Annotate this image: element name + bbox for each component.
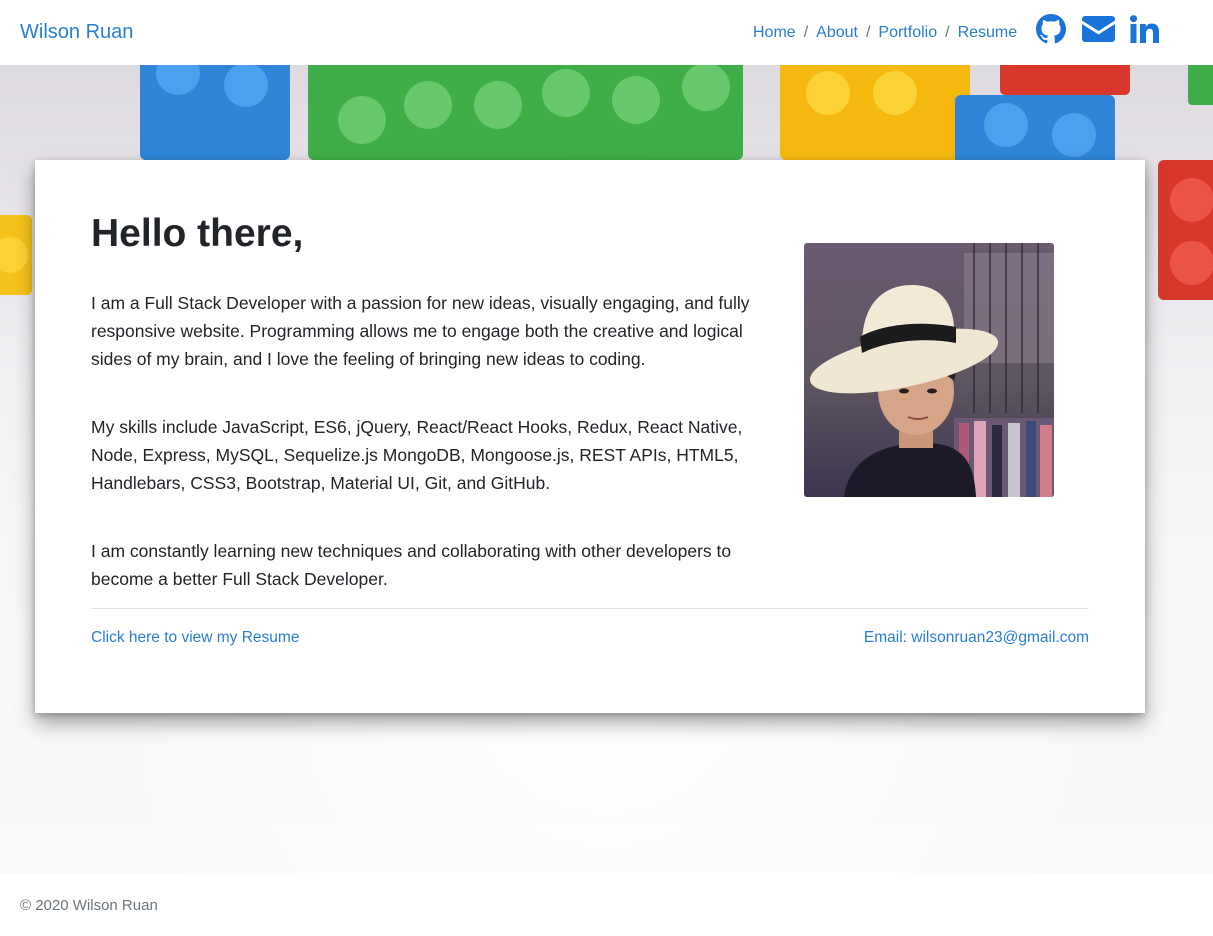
nav-links: Home / About / Portfolio / Resume: [753, 24, 1017, 42]
social-icons: [1036, 14, 1159, 44]
brand-link[interactable]: Wilson Ruan: [20, 21, 133, 44]
nav-link-about[interactable]: About: [816, 24, 858, 42]
about-paragraph-1: I am a Full Stack Developer with a passi…: [91, 293, 750, 369]
greeting-heading: Hello there,: [91, 212, 304, 255]
about-paragraph-2: My skills include JavaScript, ES6, jQuer…: [91, 417, 743, 493]
email-link[interactable]: Email: wilsonruan23@gmail.com: [864, 629, 1089, 647]
about-card: Hello there, I am a Full Stack Developer…: [35, 160, 1145, 713]
card-divider: [91, 608, 1089, 609]
navbar: Wilson Ruan Home / About / Portfolio / R…: [0, 0, 1213, 65]
github-icon[interactable]: [1036, 14, 1066, 44]
nav-separator: /: [945, 24, 950, 41]
about-paragraph-3: I am constantly learning new techniques …: [91, 541, 732, 589]
nav-link-portfolio[interactable]: Portfolio: [878, 24, 937, 42]
nav-link-home[interactable]: Home: [753, 24, 796, 42]
view-resume-link[interactable]: Click here to view my Resume: [91, 629, 299, 647]
linkedin-icon[interactable]: [1130, 15, 1159, 43]
nav-link-resume[interactable]: Resume: [958, 24, 1018, 42]
copyright-text: © 2020 Wilson Ruan: [20, 897, 158, 914]
envelope-icon[interactable]: [1082, 16, 1115, 42]
nav-separator: /: [803, 24, 809, 41]
profile-photo: [804, 243, 1054, 497]
nav-separator: /: [865, 24, 871, 41]
footer: © 2020 Wilson Ruan: [0, 873, 1213, 936]
